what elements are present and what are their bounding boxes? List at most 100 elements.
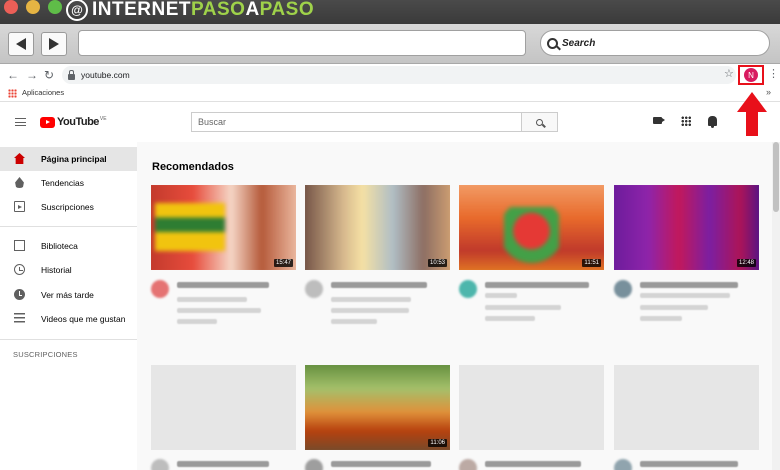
video-thumbnail[interactable]: 12:48 xyxy=(614,185,759,270)
brand-text-3: A xyxy=(245,0,260,20)
playlist-icon xyxy=(14,313,25,324)
library-icon xyxy=(14,240,25,251)
frame-forward-button[interactable] xyxy=(41,32,67,56)
chrome-menu-icon[interactable]: ⋮ xyxy=(768,68,779,80)
sidebar-item-label: Videos que me gustan xyxy=(41,314,126,324)
video-title-placeholder[interactable] xyxy=(485,282,589,288)
channel-avatar[interactable] xyxy=(459,280,477,298)
page-scrollbar[interactable] xyxy=(772,142,780,470)
home-icon xyxy=(14,153,25,164)
fire-icon xyxy=(15,177,24,188)
channel-avatar[interactable] xyxy=(459,459,477,470)
channel-avatar[interactable] xyxy=(305,280,323,298)
video-thumbnail-placeholder[interactable] xyxy=(614,365,759,450)
back-arrow-icon[interactable]: ← xyxy=(7,67,19,83)
youtube-logo-text: YouTube xyxy=(57,116,99,128)
channel-avatar[interactable] xyxy=(151,459,169,470)
profile-avatar-button[interactable]: N xyxy=(744,68,758,82)
history-icon xyxy=(14,264,25,275)
sidebar-divider xyxy=(0,339,137,340)
youtube-page: YouTube VE Buscar Página principal Tende… xyxy=(0,102,780,470)
sidebar-item-label: Biblioteca xyxy=(41,241,78,251)
video-thumbnail[interactable]: 15:47 xyxy=(151,185,296,270)
frame-back-button[interactable] xyxy=(8,32,34,56)
video-duration: 11:51 xyxy=(582,259,601,267)
youtube-search-input[interactable]: Buscar xyxy=(191,112,522,132)
channel-avatar[interactable] xyxy=(614,280,632,298)
video-duration: 11:06 xyxy=(428,439,447,447)
bookmarks-bar: Aplicaciones » xyxy=(0,86,780,102)
notifications-bell-icon[interactable] xyxy=(708,116,717,128)
minimize-window-button[interactable] xyxy=(26,0,40,14)
brand-mark-icon: @ xyxy=(66,0,88,21)
sidebar-item-history[interactable]: Historial xyxy=(0,258,137,282)
video-meta-placeholder xyxy=(485,305,561,310)
sidebar-item-liked-videos[interactable]: Videos que me gustan xyxy=(0,307,137,331)
sidebar-item-subscriptions[interactable]: Suscripciones xyxy=(0,195,137,219)
annotation-arrow-icon xyxy=(737,92,767,136)
sidebar-item-trending[interactable]: Tendencias xyxy=(0,171,137,195)
reload-icon[interactable]: ↻ xyxy=(44,67,54,83)
video-title-placeholder[interactable] xyxy=(640,461,738,467)
sidebar-item-label: Historial xyxy=(41,265,72,275)
channel-avatar[interactable] xyxy=(614,459,632,470)
video-duration: 10:53 xyxy=(427,259,447,267)
arrow-left-icon xyxy=(16,38,26,50)
close-window-button[interactable] xyxy=(4,0,18,14)
youtube-masthead: YouTube VE Buscar xyxy=(0,102,780,142)
bookmark-apps[interactable]: Aplicaciones xyxy=(22,88,64,97)
video-meta-placeholder xyxy=(331,319,377,324)
apps-icon[interactable] xyxy=(681,116,691,126)
clock-icon xyxy=(14,289,25,300)
youtube-logo[interactable]: YouTube VE xyxy=(40,116,107,128)
lock-icon xyxy=(68,69,75,80)
frame-address-field[interactable] xyxy=(78,30,526,56)
video-meta-placeholder xyxy=(331,297,411,302)
bookmark-star-icon[interactable]: ☆ xyxy=(724,67,734,80)
video-meta-placeholder xyxy=(640,293,730,298)
video-meta-placeholder xyxy=(331,308,409,313)
video-meta-placeholder xyxy=(177,319,217,324)
sidebar-item-label: Ver más tarde xyxy=(41,290,94,300)
video-duration: 15:47 xyxy=(273,259,293,267)
video-thumbnail[interactable]: 11:51 xyxy=(459,185,604,270)
video-title-placeholder[interactable] xyxy=(331,461,431,467)
sidebar-item-library[interactable]: Biblioteca xyxy=(0,234,137,258)
youtube-search-button[interactable] xyxy=(521,112,558,132)
video-title-placeholder[interactable] xyxy=(331,282,427,288)
video-meta-placeholder xyxy=(485,293,517,298)
youtube-play-icon xyxy=(40,116,55,128)
frame-search-label: Search xyxy=(562,37,596,49)
create-video-icon[interactable] xyxy=(653,117,665,124)
chrome-toolbar: ← → ↻ youtube.com ☆ xyxy=(0,64,780,86)
sidebar-section-heading: SUSCRIPCIONES xyxy=(13,350,78,359)
video-thumbnail[interactable]: 10:53 xyxy=(305,185,450,270)
window-title-bar: @ INTERNETPASOAPASO xyxy=(0,0,780,24)
video-title-placeholder[interactable] xyxy=(640,282,738,288)
video-meta-placeholder xyxy=(640,316,682,321)
sidebar-item-home[interactable]: Página principal xyxy=(0,147,137,171)
channel-avatar[interactable] xyxy=(151,280,169,298)
apps-grid-icon[interactable] xyxy=(8,89,17,98)
site-brand-logo: @ INTERNETPASOAPASO xyxy=(66,0,314,22)
youtube-country-code: VE xyxy=(99,115,107,122)
video-title-placeholder[interactable] xyxy=(177,282,269,288)
omnibox[interactable]: youtube.com xyxy=(62,66,736,84)
video-title-placeholder[interactable] xyxy=(177,461,269,467)
video-thumbnail[interactable]: 11:06 xyxy=(305,365,450,450)
arrow-right-icon xyxy=(49,38,59,50)
subscriptions-icon xyxy=(14,201,25,212)
video-meta-placeholder xyxy=(177,297,247,302)
sidebar-item-watch-later[interactable]: Ver más tarde xyxy=(0,283,137,307)
video-thumbnail-placeholder[interactable] xyxy=(459,365,604,450)
video-title-placeholder[interactable] xyxy=(485,461,581,467)
frame-search-field[interactable]: Search xyxy=(540,30,770,56)
forward-arrow-icon[interactable]: → xyxy=(26,67,38,83)
zoom-window-button[interactable] xyxy=(48,0,62,14)
channel-avatar[interactable] xyxy=(305,459,323,470)
section-title: Recomendados xyxy=(152,161,234,173)
scrollbar-thumb[interactable] xyxy=(773,142,779,212)
hamburger-menu-icon[interactable] xyxy=(15,118,26,126)
video-thumbnail-placeholder[interactable] xyxy=(151,365,296,450)
video-duration: 12:48 xyxy=(736,259,756,267)
